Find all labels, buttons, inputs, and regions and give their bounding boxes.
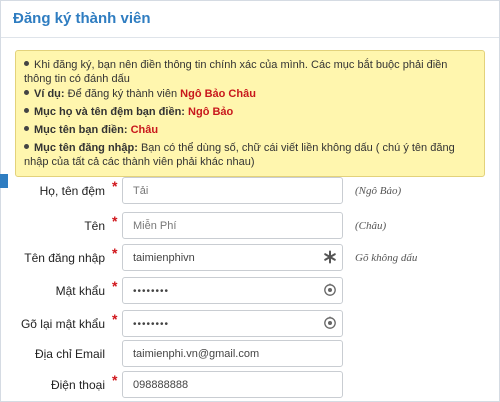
page-title: Đăng ký thành viên bbox=[13, 10, 151, 27]
username-label: Tên đăng nhập bbox=[24, 251, 105, 265]
firstname-hint: (Châu) bbox=[355, 220, 387, 232]
password-toggle-icon[interactable] bbox=[323, 316, 337, 330]
panel-header: Đăng ký thành viên bbox=[1, 1, 499, 38]
notice-item: Mục tên bạn điền: Châu bbox=[24, 123, 476, 137]
confirm-password-input[interactable]: •••••••• bbox=[122, 310, 343, 337]
email-input[interactable]: taimienphi.vn@gmail.com bbox=[122, 340, 343, 367]
required-mark: * bbox=[112, 372, 118, 388]
surname-label: Họ, tên đệm bbox=[39, 184, 105, 198]
firstname-label: Tên bbox=[84, 219, 105, 233]
notice-item: Mục tên đăng nhập: Bạn có thể dùng số, c… bbox=[24, 142, 455, 168]
bullet-icon bbox=[24, 61, 29, 66]
form-row-phone: Điện thoại * 098888888 bbox=[0, 370, 500, 400]
username-input[interactable]: taimienphivn bbox=[122, 244, 343, 271]
password-input[interactable]: •••••••• bbox=[122, 277, 343, 304]
required-mark: * bbox=[112, 245, 118, 261]
password-label: Mật khẩu bbox=[55, 284, 105, 298]
required-mark: * bbox=[112, 178, 118, 194]
notice-item: Ví dụ: Để đăng ký thành viên Ngô Bảo Châ… bbox=[24, 87, 476, 101]
surname-input[interactable]: Tải bbox=[122, 177, 343, 204]
password-toggle-icon[interactable] bbox=[323, 283, 337, 297]
required-mark: * bbox=[112, 213, 118, 229]
phone-label: Điện thoại bbox=[50, 378, 105, 392]
form-row-confirm-password: Gõ lại mật khẩu * •••••••• bbox=[0, 309, 500, 339]
required-mark: * bbox=[112, 311, 118, 327]
bullet-icon bbox=[24, 108, 29, 113]
instruction-notice: Khi đăng ký, bạn nên điền thông tin chín… bbox=[15, 50, 485, 177]
notice-item: Khi đăng ký, bạn nên điền thông tin chín… bbox=[24, 59, 448, 85]
form-row-password: Mật khẩu * •••••••• bbox=[0, 276, 500, 306]
required-mark: * bbox=[112, 278, 118, 294]
username-hint: Gõ không dấu bbox=[355, 252, 418, 264]
bullet-icon bbox=[24, 126, 29, 131]
form-row-username: Tên đăng nhập * taimienphivn Gõ không dấ… bbox=[0, 243, 500, 273]
phone-input[interactable]: 098888888 bbox=[122, 371, 343, 398]
email-label: Địa chỉ Email bbox=[34, 347, 105, 361]
surname-hint: (Ngô Bảo) bbox=[355, 185, 402, 197]
confirm-password-label: Gõ lại mật khẩu bbox=[20, 317, 105, 331]
form-row-firstname: Tên * Miễn Phí (Châu) bbox=[0, 211, 500, 241]
bullet-icon bbox=[24, 144, 29, 149]
asterisk-icon bbox=[324, 250, 336, 264]
form-row-surname: Họ, tên đệm * Tải (Ngô Bảo) bbox=[0, 176, 500, 206]
firstname-input[interactable]: Miễn Phí bbox=[122, 212, 343, 239]
form-row-email: Địa chỉ Email taimienphi.vn@gmail.com bbox=[0, 339, 500, 369]
bullet-icon bbox=[24, 90, 29, 95]
notice-item: Mục họ và tên đệm bạn điền: Ngô Bảo bbox=[24, 105, 476, 119]
